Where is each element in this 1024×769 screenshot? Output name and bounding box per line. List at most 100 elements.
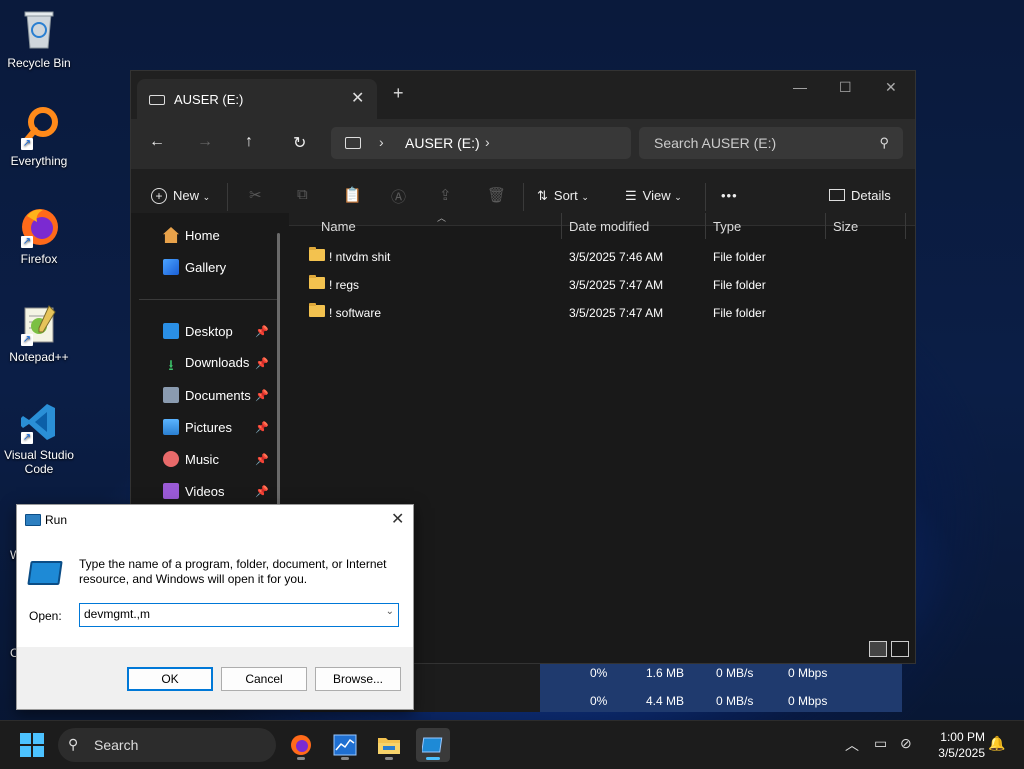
column-header-type[interactable]: Type <box>713 219 741 234</box>
taskbar-app-file-explorer[interactable] <box>372 728 406 762</box>
tab-close-icon[interactable]: ✕ <box>351 88 364 108</box>
refresh-icon[interactable]: ↻ <box>293 133 306 153</box>
more-options-button[interactable]: ••• <box>721 188 738 203</box>
column-header-name[interactable]: Name <box>321 219 356 234</box>
nav-item-music[interactable]: Music <box>163 451 219 467</box>
column-header-date[interactable]: Date modified <box>569 219 649 234</box>
ok-button[interactable]: OK <box>127 667 213 691</box>
network-icon[interactable]: ▭ <box>874 735 887 752</box>
explorer-tab[interactable]: AUSER (E:) ✕ <box>137 79 377 119</box>
taskbar: ⚲ Search ︿ ▭ ⊘ 1:00 PM 3/5/2025 🔔 <box>0 720 1024 769</box>
sort-label: Sort <box>553 188 578 203</box>
close-icon[interactable]: ✕ <box>391 509 404 529</box>
view-button[interactable]: ☰ View ⌄ <box>625 188 682 204</box>
folder-icon <box>309 303 325 317</box>
taskbar-clock[interactable]: 1:00 PM 3/5/2025 <box>925 729 985 761</box>
cut-icon[interactable]: ✂ <box>249 186 262 204</box>
back-arrow-icon[interactable]: ← <box>149 133 165 151</box>
forward-arrow-icon[interactable]: → <box>197 133 213 151</box>
start-button[interactable] <box>20 733 44 757</box>
chevron-down-icon: ⌄ <box>674 192 682 202</box>
column-divider[interactable] <box>561 213 562 239</box>
everything-icon: ↗ <box>17 106 61 150</box>
taskbar-app-run[interactable] <box>416 728 450 762</box>
delete-icon[interactable]: 🗑 <box>487 186 506 204</box>
nav-item-downloads[interactable]: ⭳ Downloads <box>163 355 249 374</box>
search-box[interactable]: Search AUSER (E:) ⚲ <box>639 127 903 159</box>
tm-memory: 1.6 MB <box>646 666 685 680</box>
details-view-icon[interactable] <box>869 641 887 657</box>
nav-item-gallery[interactable]: Gallery <box>163 259 226 275</box>
nav-item-label: Downloads <box>185 355 250 370</box>
copy-icon[interactable]: ⧉ <box>297 186 308 203</box>
column-divider[interactable] <box>825 213 826 239</box>
pin-icon[interactable]: 📌 <box>255 357 269 370</box>
sort-icon: ⇅ <box>537 188 548 203</box>
paste-icon[interactable]: 📋 <box>343 186 362 204</box>
address-location[interactable]: AUSER (E:) <box>405 135 480 151</box>
open-input[interactable] <box>84 606 374 622</box>
run-body: Type the name of a program, folder, docu… <box>17 535 413 647</box>
new-button[interactable]: + New ⌄ <box>151 188 210 204</box>
desktop-icon-firefox[interactable]: ↗ Firefox <box>0 204 78 266</box>
windows-logo-icon <box>33 746 44 757</box>
table-row[interactable]: ! software 3/5/2025 7:47 AM File folder <box>289 299 915 327</box>
file-date: 3/5/2025 7:46 AM <box>569 250 664 264</box>
pin-icon[interactable]: 📌 <box>255 325 269 338</box>
view-icon: ☰ <box>625 188 637 203</box>
column-divider[interactable] <box>905 213 906 239</box>
taskbar-app-task-manager[interactable] <box>328 728 362 762</box>
pin-icon[interactable]: 📌 <box>255 421 269 434</box>
nav-item-home[interactable]: Home <box>163 227 220 243</box>
pin-icon[interactable]: 📌 <box>255 453 269 466</box>
nav-item-documents[interactable]: Documents <box>163 387 251 403</box>
minimize-icon[interactable]: — <box>793 79 807 95</box>
chevron-down-icon[interactable]: ⌄ <box>386 606 394 617</box>
chevron-right-icon[interactable]: › <box>485 134 490 150</box>
volume-icon[interactable]: ⊘ <box>900 735 912 752</box>
nav-item-label: Gallery <box>185 260 227 275</box>
maximize-icon[interactable]: ☐ <box>839 79 852 96</box>
chevron-right-icon[interactable]: › <box>379 134 384 150</box>
nav-item-pictures[interactable]: Pictures <box>163 419 232 435</box>
open-combobox[interactable]: ⌄ <box>79 603 399 627</box>
up-arrow-icon[interactable]: ↑ <box>245 133 253 151</box>
share-icon[interactable]: ⇪ <box>439 186 452 204</box>
cancel-button[interactable]: Cancel <box>221 667 307 691</box>
column-header-size[interactable]: Size <box>833 219 858 234</box>
pin-icon[interactable]: 📌 <box>255 485 269 498</box>
address-bar[interactable]: › AUSER (E:) › <box>331 127 631 159</box>
sort-button[interactable]: ⇅ Sort ⌄ <box>537 188 589 204</box>
nav-item-desktop[interactable]: Desktop <box>163 323 233 339</box>
column-divider[interactable] <box>705 213 706 239</box>
notification-bell-icon[interactable]: 🔔 <box>988 735 1005 752</box>
drive-icon <box>149 95 165 105</box>
file-type: File folder <box>713 306 766 320</box>
window-close-icon[interactable]: ✕ <box>885 79 897 96</box>
nav-item-videos[interactable]: Videos <box>163 483 225 499</box>
desktop-icon-vscode[interactable]: ↗ Visual Studio Code <box>0 400 78 476</box>
desktop-icon-recycle-bin[interactable]: Recycle Bin <box>0 8 78 70</box>
clock-time: 1:00 PM <box>940 730 985 744</box>
pictures-icon <box>163 419 179 435</box>
run-title: Run <box>45 513 68 527</box>
table-row[interactable]: ! ntvdm shit 3/5/2025 7:46 AM File folde… <box>289 243 915 271</box>
table-row[interactable]: ! regs 3/5/2025 7:47 AM File folder <box>289 271 915 299</box>
shortcut-arrow-icon: ↗ <box>21 138 33 150</box>
details-button[interactable]: Details <box>829 188 891 203</box>
desktop-icon-notepad-plus-plus[interactable]: ↗ Notepad++ <box>0 302 78 364</box>
home-icon <box>163 227 179 243</box>
pin-icon[interactable]: 📌 <box>255 389 269 402</box>
file-date: 3/5/2025 7:47 AM <box>569 278 664 292</box>
browse-button[interactable]: Browse... <box>315 667 401 691</box>
run-program-icon <box>27 561 63 585</box>
taskbar-app-firefox[interactable] <box>284 728 318 762</box>
desktop-icon-everything[interactable]: ↗ Everything <box>0 106 78 168</box>
notepad-plus-plus-icon: ↗ <box>17 302 61 346</box>
show-hidden-icons-chevron-up-icon[interactable]: ︿ <box>845 735 859 755</box>
rename-icon[interactable]: Ⓐ <box>391 186 406 207</box>
tiles-view-icon[interactable] <box>891 641 909 657</box>
windows-logo-icon <box>20 733 31 744</box>
taskbar-search[interactable]: ⚲ Search <box>58 728 276 762</box>
new-tab-icon[interactable]: + <box>393 83 404 104</box>
